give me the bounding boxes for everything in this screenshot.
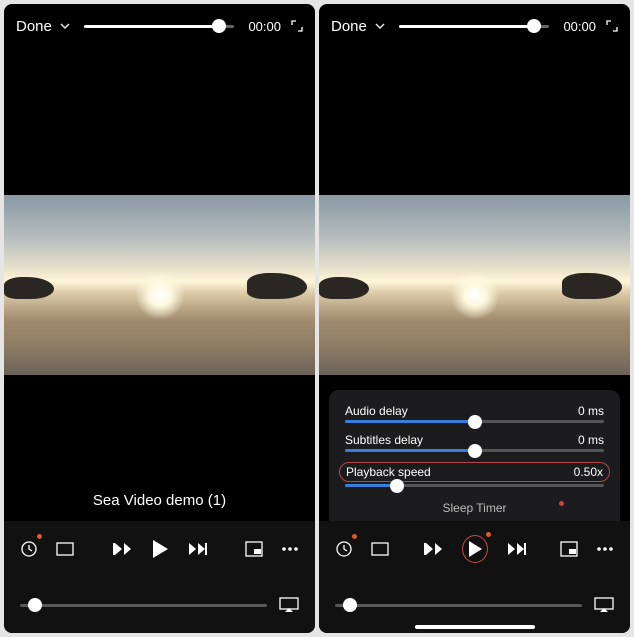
more-icon[interactable]: [281, 546, 299, 552]
chevron-down-icon[interactable]: [375, 21, 385, 31]
more-icon[interactable]: [596, 546, 614, 552]
pip-icon[interactable]: [560, 541, 578, 557]
screen-right: Done 00:00 Audio delay 0 ms Subt: [319, 4, 630, 633]
subtitles-delay-slider[interactable]: [345, 449, 604, 452]
video-title: Sea Video demo (1): [4, 492, 315, 509]
scrubber[interactable]: [84, 25, 235, 28]
video-frame: [319, 195, 630, 375]
video-area[interactable]: Sea Video demo (1): [4, 48, 315, 521]
playback-speed-slider[interactable]: [345, 484, 604, 487]
pip-icon[interactable]: [245, 541, 263, 557]
topbar: Done 00:00: [319, 4, 630, 48]
sleep-timer-row[interactable]: Sleep Timer: [345, 497, 604, 515]
screen-left: Done 00:00 Sea Video demo (1): [4, 4, 315, 633]
next-track-icon[interactable]: [187, 541, 207, 557]
clock-icon[interactable]: [335, 540, 353, 558]
done-button[interactable]: Done: [331, 18, 367, 35]
play-icon[interactable]: [462, 535, 488, 563]
aspect-icon[interactable]: [56, 542, 74, 556]
subtitles-delay-value: 0 ms: [578, 433, 604, 447]
control-bar: [4, 521, 315, 577]
volume-slider[interactable]: [335, 604, 582, 607]
airplay-icon[interactable]: [594, 597, 614, 613]
audio-delay-label: Audio delay: [345, 404, 408, 418]
video-frame: [4, 195, 315, 375]
sleep-timer-label: Sleep Timer: [442, 501, 506, 515]
volume-slider[interactable]: [20, 604, 267, 607]
prev-track-icon[interactable]: [424, 541, 444, 557]
expand-icon[interactable]: [291, 20, 303, 32]
expand-icon[interactable]: [606, 20, 618, 32]
playback-speed-label: Playback speed: [346, 465, 431, 479]
next-track-icon[interactable]: [506, 541, 526, 557]
bottom-bar: [4, 577, 315, 633]
time-label: 00:00: [248, 19, 281, 34]
playback-panel: Audio delay 0 ms Subtitles delay 0 ms Pl…: [329, 390, 620, 521]
play-icon[interactable]: [151, 539, 169, 559]
time-label: 00:00: [563, 19, 596, 34]
aspect-icon[interactable]: [371, 542, 389, 556]
audio-delay-slider[interactable]: [345, 420, 604, 423]
scrubber[interactable]: [399, 25, 550, 28]
home-indicator[interactable]: [415, 625, 535, 629]
audio-delay-value: 0 ms: [578, 404, 604, 418]
control-bar: [319, 521, 630, 577]
playback-speed-row: Playback speed 0.50x: [339, 462, 610, 482]
airplay-icon[interactable]: [279, 597, 299, 613]
done-button[interactable]: Done: [16, 18, 52, 35]
playback-speed-value: 0.50x: [574, 465, 603, 479]
topbar: Done 00:00: [4, 4, 315, 48]
subtitles-delay-label: Subtitles delay: [345, 433, 423, 447]
video-area[interactable]: Audio delay 0 ms Subtitles delay 0 ms Pl…: [319, 48, 630, 521]
clock-icon[interactable]: [20, 540, 38, 558]
chevron-down-icon[interactable]: [60, 21, 70, 31]
prev-track-icon[interactable]: [113, 541, 133, 557]
